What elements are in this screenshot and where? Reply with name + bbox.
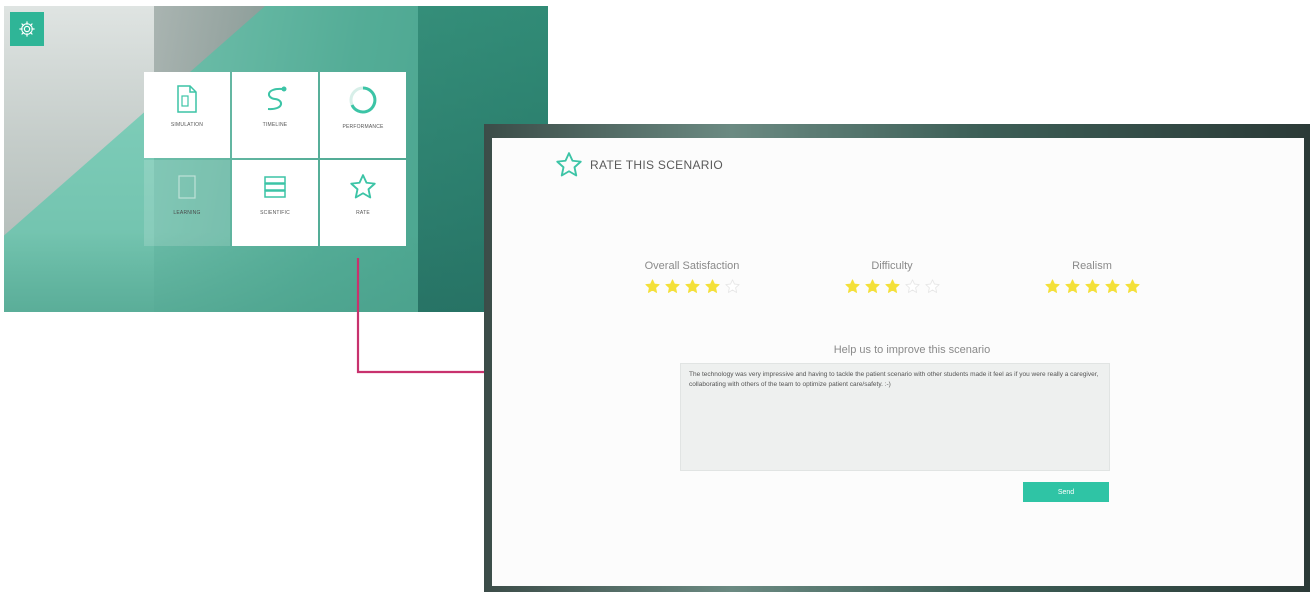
star-filled-icon[interactable] [884, 278, 901, 295]
tile-scientific[interactable]: SCIENTIFIC [232, 160, 318, 246]
improve-label: Help us to improve this scenario [833, 344, 991, 356]
rating-header: RATE THIS SCENARIO [554, 150, 723, 180]
settings-button[interactable] [10, 12, 44, 46]
tile-performance[interactable]: PERFORMANCE [320, 72, 406, 158]
feedback-textarea[interactable]: The technology was very impressive and h… [680, 363, 1110, 471]
tile-learning[interactable]: LEARNING [144, 160, 230, 246]
star-outline-icon [350, 174, 376, 199]
timeline-path-icon [267, 86, 287, 111]
star-rating[interactable] [1044, 278, 1141, 295]
criterion-overall-satisfaction: Overall Satisfaction [622, 260, 762, 295]
star-filled-icon[interactable] [1084, 278, 1101, 295]
send-button[interactable]: Send [1023, 482, 1109, 502]
star-rating[interactable] [844, 278, 941, 295]
document-icon [177, 85, 197, 113]
star-empty-icon[interactable] [924, 278, 941, 295]
book-stack-icon [264, 176, 286, 198]
star-filled-icon[interactable] [704, 278, 721, 295]
star-rating[interactable] [644, 278, 741, 295]
rating-criteria: Overall Satisfaction Difficulty Realism [622, 260, 1162, 295]
star-filled-icon[interactable] [644, 278, 661, 295]
tile-label: LEARNING [173, 210, 201, 216]
star-filled-icon[interactable] [1064, 278, 1081, 295]
tile-label: RATE [356, 210, 370, 216]
rating-panel: RATE THIS SCENARIO Overall Satisfaction … [492, 138, 1304, 586]
tile-label: TIMELINE [262, 122, 288, 128]
star-filled-icon[interactable] [864, 278, 881, 295]
criterion-difficulty: Difficulty [822, 260, 962, 295]
star-filled-icon[interactable] [1044, 278, 1061, 295]
tile-simulation[interactable]: SIMULATION [144, 72, 230, 158]
star-filled-icon[interactable] [684, 278, 701, 295]
criterion-realism: Realism [1022, 260, 1162, 295]
tile-label: SCIENTIFIC [260, 210, 290, 216]
tile-label: SIMULATION [170, 122, 204, 128]
criterion-label: Overall Satisfaction [644, 260, 740, 272]
performance-ring-icon [349, 86, 377, 114]
star-filled-icon[interactable] [844, 278, 861, 295]
star-filled-icon[interactable] [1104, 278, 1121, 295]
learning-icon [178, 175, 196, 199]
star-empty-icon[interactable] [724, 278, 741, 295]
criterion-label: Realism [1072, 260, 1112, 272]
criterion-label: Difficulty [871, 260, 913, 272]
menu-tile-grid: SIMULATION TIMELINE PERFORMANCE LEARNING [144, 72, 408, 246]
page-title: RATE THIS SCENARIO [590, 158, 723, 172]
tile-label: PERFORMANCE [342, 124, 384, 130]
star-outline-icon [556, 152, 582, 177]
gear-icon [19, 21, 35, 37]
star-filled-icon[interactable] [664, 278, 681, 295]
star-filled-icon[interactable] [1124, 278, 1141, 295]
tile-rate[interactable]: RATE [320, 160, 406, 246]
star-empty-icon[interactable] [904, 278, 921, 295]
tile-timeline[interactable]: TIMELINE [232, 72, 318, 158]
